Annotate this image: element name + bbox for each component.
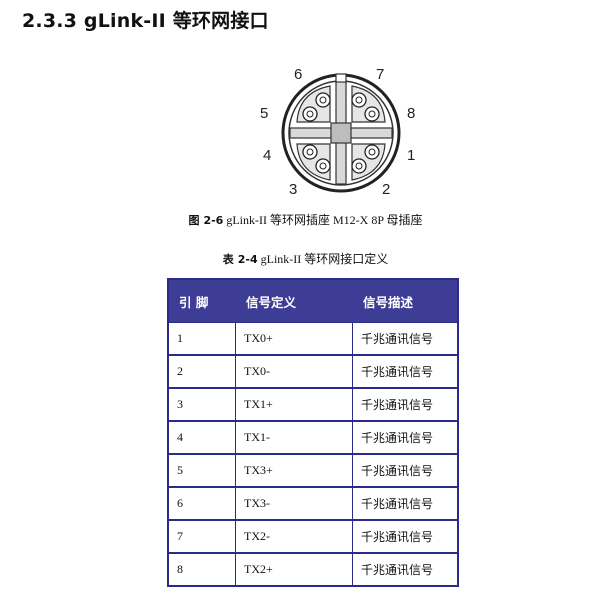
cell-pin: 7 <box>167 519 236 554</box>
pin-label-4: 4 <box>263 147 272 164</box>
table-caption: 表 2-4 gLink-II 等环网接口定义 <box>0 250 611 267</box>
cell-description: 千兆通讯信号 <box>352 453 459 488</box>
table-caption-number: 2-4 <box>237 253 258 266</box>
table-row: 1 TX0+ 千兆通讯信号 <box>167 322 459 356</box>
figure-caption-number: 2-6 <box>203 214 224 227</box>
m12-connector-figure: 6 7 5 8 4 1 3 2 <box>255 60 425 200</box>
table-row: 8 TX2+ 千兆通讯信号 <box>167 552 459 587</box>
cell-pin: 3 <box>167 387 236 422</box>
cell-pin: 6 <box>167 486 236 521</box>
pin-label-3: 3 <box>289 181 298 198</box>
cell-signal: TX1- <box>235 420 353 455</box>
cell-description: 千兆通讯信号 <box>352 519 459 554</box>
figure-caption: 图 2-6 gLink-II 等环网插座 M12-X 8P 母插座 <box>0 211 611 228</box>
cell-signal: TX3+ <box>235 453 353 488</box>
cell-pin: 1 <box>167 322 236 356</box>
table-row: 3 TX1+ 千兆通讯信号 <box>167 387 459 422</box>
header-signal-definition: 信号定义 <box>235 279 353 323</box>
pin-label-8: 8 <box>407 105 416 122</box>
section-heading: 2.3.3 gLink-II 等环网接口 <box>22 10 269 32</box>
cell-description: 千兆通讯信号 <box>352 552 459 587</box>
cell-description: 千兆通讯信号 <box>352 486 459 521</box>
header-pin: 引 脚 <box>168 279 236 323</box>
m12-connector-drawing <box>281 73 401 193</box>
cell-description: 千兆通讯信号 <box>352 322 459 356</box>
cell-pin: 2 <box>167 354 236 389</box>
cell-pin: 4 <box>167 420 236 455</box>
table-row: 4 TX1- 千兆通讯信号 <box>167 420 459 455</box>
table-row: 2 TX0- 千兆通讯信号 <box>167 354 459 389</box>
cell-description: 千兆通讯信号 <box>352 354 459 389</box>
pin-label-2: 2 <box>382 181 391 198</box>
cell-signal: TX1+ <box>235 387 353 422</box>
table-caption-prefix: 表 <box>222 253 234 266</box>
cell-pin: 5 <box>167 453 236 488</box>
table-row: 5 TX3+ 千兆通讯信号 <box>167 453 459 488</box>
figure-caption-prefix: 图 <box>188 214 200 227</box>
cell-signal: TX2+ <box>235 552 353 587</box>
pin-label-5: 5 <box>260 105 269 122</box>
cell-pin: 8 <box>167 552 236 587</box>
table-caption-text: gLink-II 等环网接口定义 <box>260 252 389 266</box>
pin-definition-table: 引 脚 信号定义 信号描述 1 TX0+ 千兆通讯信号 2 TX0- 千兆通讯信… <box>167 278 459 587</box>
cell-signal: TX0+ <box>235 322 353 356</box>
pin-label-6: 6 <box>294 66 303 83</box>
cell-signal: TX2- <box>235 519 353 554</box>
table-header-row: 引 脚 信号定义 信号描述 <box>168 279 459 323</box>
figure-caption-text: gLink-II 等环网插座 M12-X 8P 母插座 <box>226 213 423 227</box>
cell-signal: TX3- <box>235 486 353 521</box>
pin-label-1: 1 <box>407 147 416 164</box>
header-signal-description: 信号描述 <box>352 279 459 323</box>
pin-label-7: 7 <box>376 66 385 83</box>
cell-signal: TX0- <box>235 354 353 389</box>
cell-description: 千兆通讯信号 <box>352 387 459 422</box>
cell-description: 千兆通讯信号 <box>352 420 459 455</box>
table-row: 7 TX2- 千兆通讯信号 <box>167 519 459 554</box>
table-row: 6 TX3- 千兆通讯信号 <box>167 486 459 521</box>
